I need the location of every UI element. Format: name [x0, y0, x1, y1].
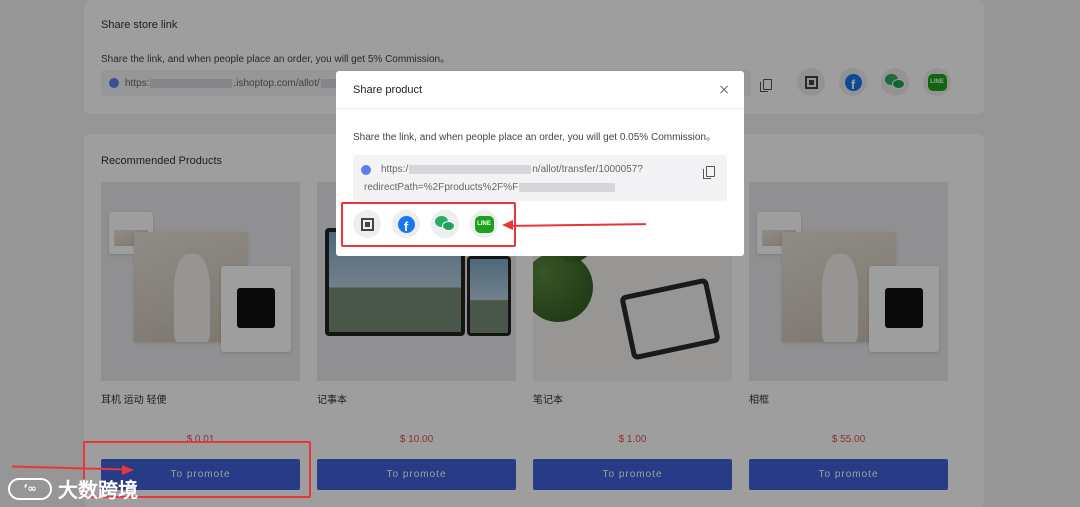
- product-link-line-2: redirectPath=%2Fproducts%2F%F: [364, 182, 616, 193]
- annotation-arrow-head: [502, 220, 513, 230]
- redacted-segment: [409, 164, 532, 174]
- product-link-field[interactable]: https:/n/allot/transfer/1000057? redirec…: [353, 155, 727, 201]
- share-icons-highlight: [341, 202, 516, 247]
- copy-icon[interactable]: [703, 166, 715, 179]
- modal-title: Share product: [353, 84, 423, 96]
- product-link-line-1: https:/n/allot/transfer/1000057?: [381, 164, 643, 175]
- watermark: ‘∞ 大数跨境: [8, 474, 138, 503]
- modal-header: Share product ×: [336, 71, 744, 109]
- watermark-text: 大数跨境: [58, 478, 138, 502]
- close-icon[interactable]: ×: [718, 83, 730, 97]
- link-icon: [361, 165, 371, 175]
- modal-description: Share the link, and when people place an…: [353, 132, 716, 143]
- redacted-segment: [519, 182, 616, 192]
- watermark-logo: ‘∞: [8, 477, 52, 500]
